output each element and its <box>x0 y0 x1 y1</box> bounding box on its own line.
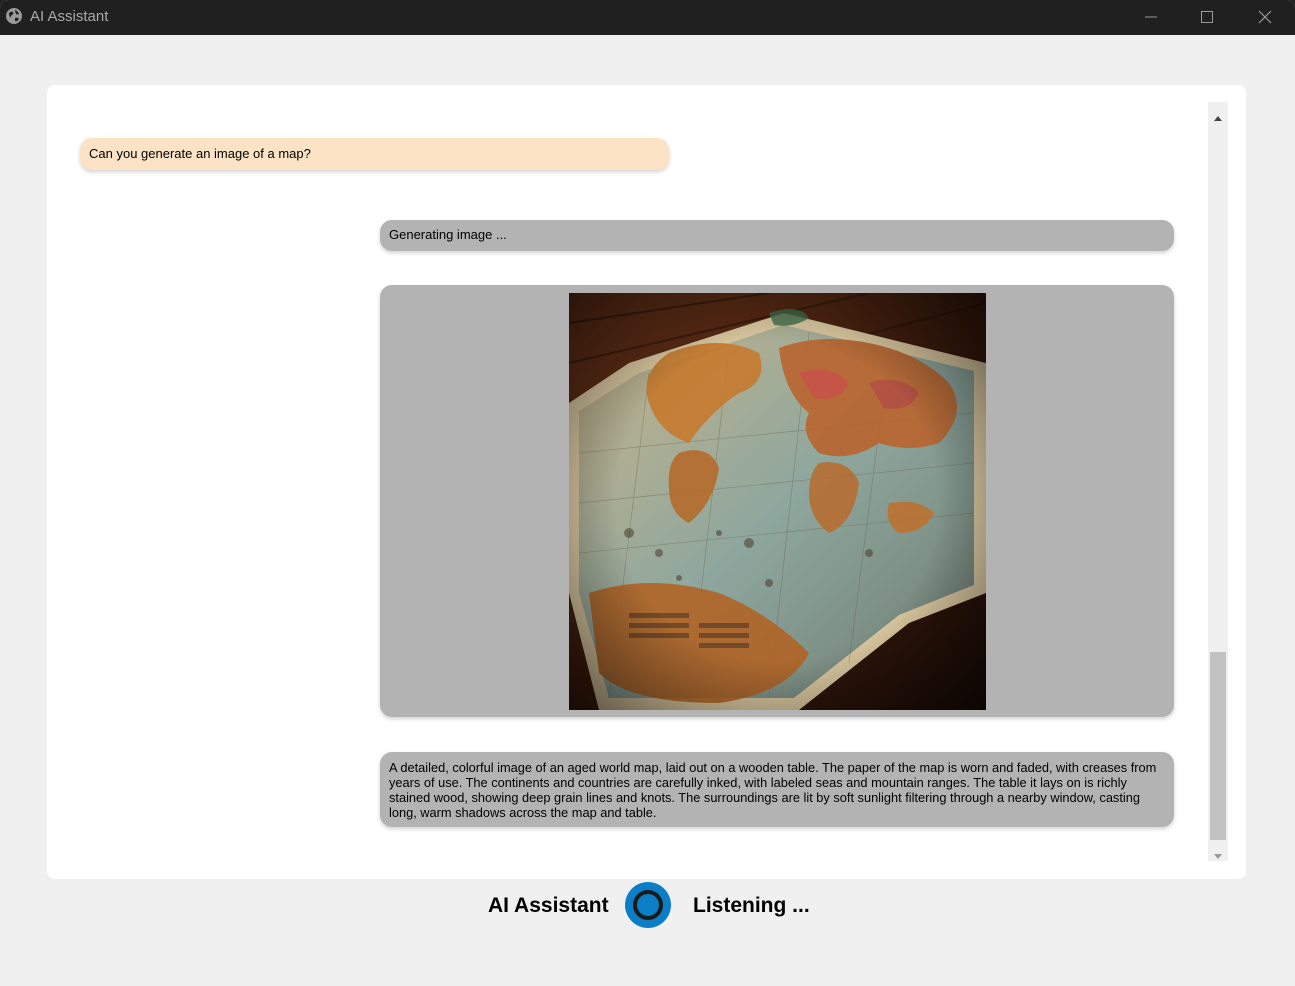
scroll-up-arrow-icon[interactable] <box>1213 110 1223 128</box>
user-message-text: Can you generate an image of a map? <box>89 146 311 161</box>
minimize-icon <box>1145 16 1157 18</box>
close-icon <box>1258 10 1272 24</box>
map-image-illustration <box>569 293 986 710</box>
maximize-button[interactable] <box>1184 0 1230 35</box>
assistant-status-message: Generating image ... <box>380 220 1174 251</box>
user-message: Can you generate an image of a map? <box>80 138 669 170</box>
assistant-image-message <box>380 285 1174 717</box>
assistant-status-text: Generating image ... <box>389 227 507 242</box>
generated-map-image[interactable] <box>569 293 986 710</box>
indicator-ring <box>633 890 663 920</box>
maximize-icon <box>1201 11 1213 23</box>
listening-indicator-icon[interactable] <box>625 882 671 928</box>
window-title: AI Assistant <box>30 8 109 25</box>
title-bar[interactable]: AI Assistant <box>0 0 1295 35</box>
scrollbar-thumb[interactable] <box>1210 652 1226 840</box>
scroll-down-arrow-icon[interactable] <box>1213 847 1223 865</box>
globe-icon <box>5 7 23 25</box>
assistant-name-label: AI Assistant <box>488 894 609 917</box>
assistant-description-text: A detailed, colorful image of an aged wo… <box>389 760 1157 820</box>
listening-status: Listening ... <box>693 894 810 917</box>
minimize-button[interactable] <box>1128 0 1174 35</box>
assistant-description-message: A detailed, colorful image of an aged wo… <box>380 752 1174 827</box>
close-button[interactable] <box>1242 0 1288 35</box>
chat-scrollbar[interactable] <box>1208 102 1228 861</box>
app-window: AI Assistant Can you generate an image o… <box>0 0 1295 986</box>
